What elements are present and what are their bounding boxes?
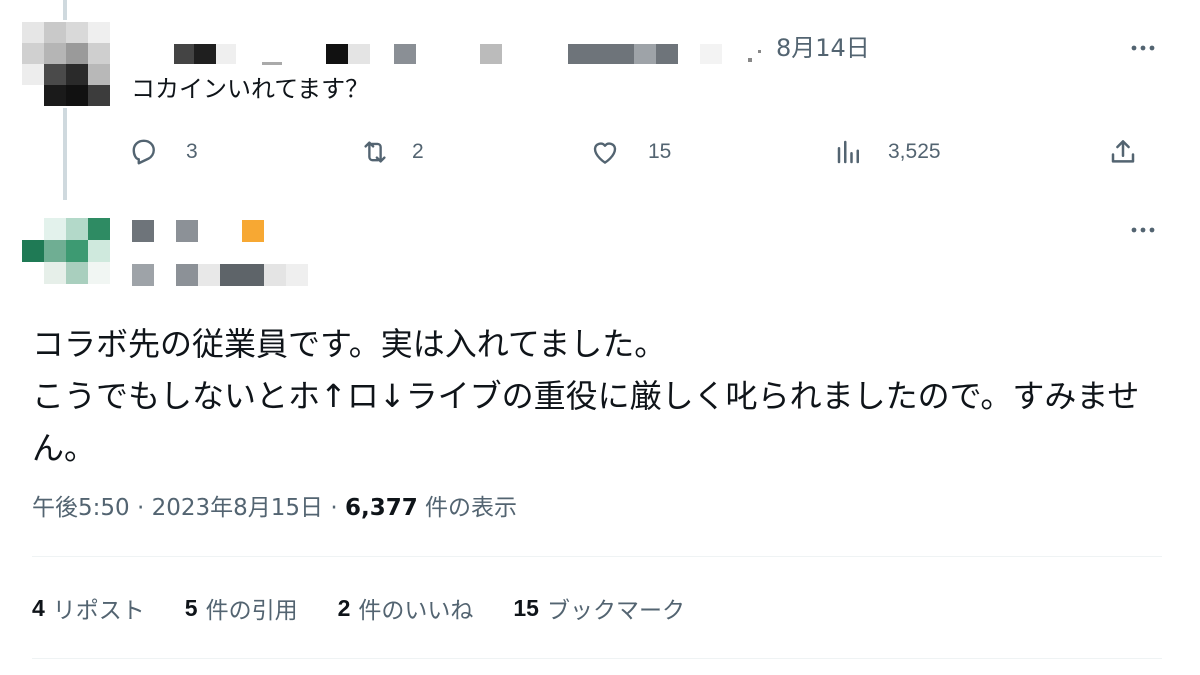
repost-icon bbox=[364, 141, 386, 163]
stat-number: 15 bbox=[513, 594, 539, 621]
reply-text: コカインいれてます？ bbox=[131, 75, 370, 103]
post-date[interactable]: 2023年8月15日 bbox=[152, 495, 323, 521]
repost-count: 2 bbox=[412, 140, 424, 163]
thread-line bbox=[63, 108, 67, 200]
main-author-handle[interactable] bbox=[130, 264, 330, 286]
stat-number: 5 bbox=[184, 594, 198, 621]
more-icon bbox=[1131, 45, 1155, 51]
reply-action-button[interactable]: 3 bbox=[130, 134, 198, 170]
divider bbox=[32, 556, 1162, 557]
thread-line bbox=[63, 0, 67, 20]
reply-author-name[interactable] bbox=[140, 40, 770, 66]
views-action-button[interactable]: 3,525 bbox=[834, 134, 941, 170]
main-avatar[interactable] bbox=[22, 218, 110, 286]
main-author-name[interactable] bbox=[130, 220, 330, 242]
reply-count: 3 bbox=[186, 140, 198, 163]
stat-label: ブックマーク bbox=[546, 598, 685, 624]
like-action-button[interactable]: 15 bbox=[590, 134, 671, 170]
divider bbox=[32, 658, 1162, 659]
post-time[interactable]: 午後5:50 bbox=[32, 495, 130, 521]
stat-number: 4 bbox=[32, 594, 45, 621]
views-label: 件の表示 bbox=[425, 495, 518, 521]
views-icon bbox=[837, 140, 859, 164]
meta-separator: · bbox=[136, 495, 145, 521]
stat-label: 件の引用 bbox=[205, 598, 298, 624]
share-action-button[interactable] bbox=[1108, 134, 1138, 170]
post-meta: 午後5:50 · 2023年8月15日 · 6,377 件の表示 bbox=[32, 490, 517, 526]
meta-separator: · bbox=[330, 495, 338, 521]
stat-bookmarks[interactable]: 15 ブックマーク bbox=[513, 591, 685, 625]
like-icon bbox=[593, 142, 617, 164]
main-post-text: コラボ先の従業員です。実は入れてました。 こうでもしないとホ↑ロ↓ライブの重役に… bbox=[32, 325, 1140, 467]
repost-action-button[interactable]: 2 bbox=[360, 134, 424, 170]
more-icon bbox=[1131, 227, 1155, 233]
reply-icon bbox=[132, 139, 155, 165]
stat-number: 2 bbox=[337, 594, 351, 621]
stat-reposts[interactable]: 4 リポスト bbox=[32, 591, 145, 625]
main-more-button[interactable] bbox=[1126, 218, 1160, 242]
reply-more-button[interactable] bbox=[1126, 36, 1160, 60]
reply-avatar[interactable] bbox=[22, 22, 110, 106]
reply-date[interactable]: 8月14日 bbox=[776, 32, 870, 64]
stat-label: リポスト bbox=[52, 598, 145, 624]
stat-label: 件のいいね bbox=[358, 598, 474, 624]
engagement-stats: 4 リポスト 5 件の引用 2 件のいいね 15 ブックマーク bbox=[32, 590, 725, 626]
stat-likes[interactable]: 2 件のいいね bbox=[338, 591, 474, 625]
like-count: 15 bbox=[648, 140, 672, 163]
stat-quotes[interactable]: 5 件の引用 bbox=[185, 591, 298, 625]
views-number: 6,377 bbox=[344, 495, 418, 521]
views-count: 3,525 bbox=[888, 140, 941, 163]
share-icon bbox=[1111, 140, 1135, 163]
